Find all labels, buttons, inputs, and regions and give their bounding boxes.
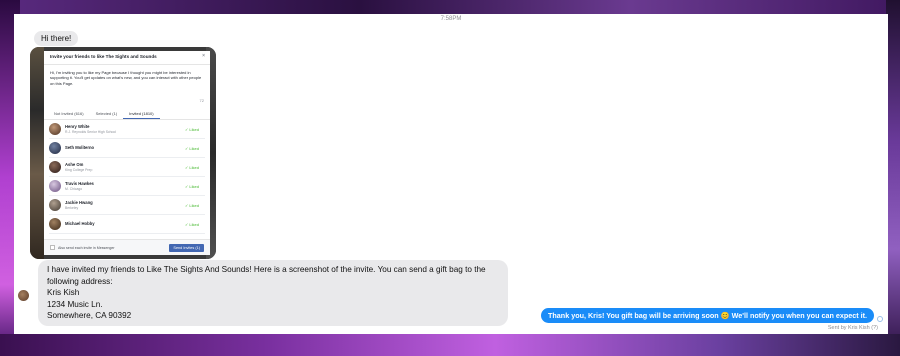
screenshot-background-left [30,47,44,259]
tab-selected: Selected (1) [95,111,118,116]
avatar [49,161,61,173]
avatar [49,142,61,154]
address-street-line: 1234 Music Ln. [47,299,103,309]
friend-row: Seth Moliterno ✓ Liked [49,139,205,158]
message-timestamp: 7:58PM [440,16,462,22]
avatar [49,218,61,230]
invite-dialog-title: Invite your friends to like The Sights a… [50,54,157,59]
liked-status: ✓ Liked [184,221,199,227]
friend-name: Jackie Hwang [65,200,93,205]
send-invites-button: Send Invites (1) [169,244,204,252]
sent-by-label: Sent by Kris Kish (?) [827,325,878,331]
liked-status: ✓ Liked [184,202,199,208]
friend-row: Michael Hobby ✓ Liked [49,215,205,234]
messenger-checkbox [50,245,55,250]
invite-dialog-footer: Also send each invite in Messenger Send … [44,239,210,255]
friend-name: Travis Hawkes [65,181,94,186]
avatar [49,123,61,135]
friend-subtitle: R.J. Reynolds Senior High School [65,130,117,134]
reply-message-bubble[interactable]: Thank you, Kris! You gift bag will be ar… [541,308,874,323]
liked-status: ✓ Liked [184,145,199,151]
messenger-checkbox-label: Also send each invite in Messenger [58,245,115,250]
friend-row: Henry White R.J. Reynolds Senior High Sch… [49,120,205,139]
friend-subtitle: M. Chicago [65,187,83,191]
address-name-line: Kris Kish [47,288,80,297]
friend-name: Michael Hobby [65,221,95,226]
invite-dialog-header: Invite your friends to like The Sights a… [44,51,210,65]
friend-row: Travis Hawkes M. Chicago ✓ Liked [49,177,205,196]
close-icon: × [202,53,205,59]
friend-list: Henry White R.J. Reynolds Senior High Sch… [44,120,210,234]
liked-status: ✓ Liked [184,164,199,170]
friend-row: Ashe Om King College Prep ✓ Liked [49,158,205,177]
liked-status: ✓ Liked [184,183,199,189]
tab-not-invited: Not Invited (616) [54,111,84,116]
invite-message-line: I have invited my friends to Like The Si… [47,265,486,286]
chat-window: 7:58PM Hi there! Invite your friends to … [14,14,888,334]
avatar [49,199,61,211]
tab-invited: Invited (1810) [123,107,160,119]
friend-name: Henry White [65,124,90,129]
invite-message-body: Hi, I'm inviting you to like my Page bec… [50,70,202,86]
desktop-wallpaper-bottom [0,334,900,356]
address-city-line: Somewhere, CA 90392 [47,311,132,320]
invite-message-bubble[interactable]: I have invited my friends to Like The Si… [38,260,508,326]
liked-status: ✓ Liked [184,126,199,132]
seen-status-icon [877,316,883,322]
friend-name: Seth Moliterno [65,145,95,150]
character-count: 72 [199,97,204,103]
invite-message-text: Hi, I'm inviting you to like my Page bec… [44,65,210,103]
invite-tabs: Not Invited (616) Selected (1) Invited (… [44,107,210,120]
friend-subtitle: King College Prep [65,168,93,172]
greeting-message-bubble[interactable]: Hi there! [34,31,79,46]
friend-name: Ashe Om [65,162,84,167]
desktop-wallpaper-top [0,0,900,14]
friend-row: Jackie Hwang Berkeley ✓ Liked [49,196,205,215]
friend-subtitle: Berkeley [65,206,79,210]
invite-dialog: Invite your friends to like The Sights a… [44,51,210,255]
screenshot-image-attachment[interactable]: Invite your friends to like The Sights a… [30,47,216,259]
desktop-wallpaper-right [886,0,900,356]
sender-avatar[interactable] [18,290,29,301]
avatar [49,180,61,192]
